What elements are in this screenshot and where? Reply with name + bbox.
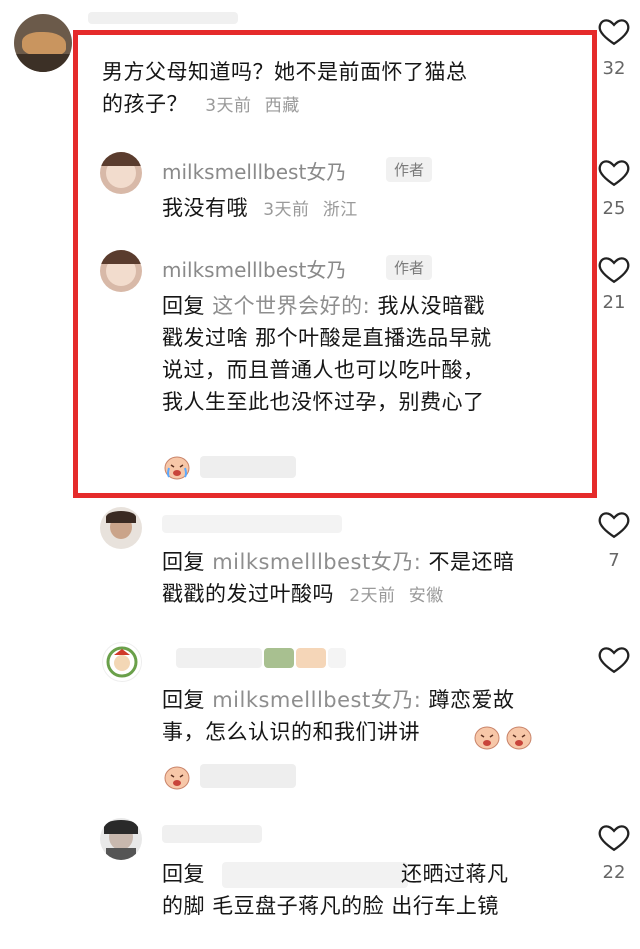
heart-outline-icon[interactable]	[596, 642, 632, 676]
reply-time: 2天前	[349, 586, 396, 606]
author-avatar[interactable]	[100, 250, 142, 292]
commenter-avatar[interactable]	[14, 14, 72, 72]
like-count: 21	[602, 292, 626, 313]
username-blur	[328, 648, 346, 668]
reply-avatar[interactable]	[100, 818, 142, 860]
comment-text: 男方父母知道吗？她不是前面怀了猫总 的孩子？ 3天前 西藏	[102, 60, 468, 116]
like-count: 7	[608, 550, 620, 571]
like-count: 32	[602, 58, 626, 79]
crying-laugh-emoji	[164, 766, 190, 790]
reply-avatar[interactable]	[102, 642, 142, 682]
heart-outline-icon[interactable]	[596, 507, 632, 541]
crying-laugh-emoji	[164, 456, 190, 480]
reply-author-name[interactable]: milksmelllbest女乃	[162, 254, 346, 283]
reply-to-name[interactable]: milksmelllbest女乃:	[212, 550, 421, 574]
like-count: 25	[602, 198, 626, 219]
reply-author-name[interactable]: milksmelllbest女乃	[162, 156, 346, 185]
heart-outline-icon[interactable]	[596, 820, 632, 854]
blurred-content	[200, 764, 296, 788]
username-blur	[264, 648, 294, 668]
author-tag: 作者	[386, 157, 433, 182]
reply-text: 回复 这个世界会好的: 我从没暗戳 戳发过啥 那个叶酸是直播选品早就 说过，而且…	[162, 294, 492, 414]
reply-to-name[interactable]: milksmelllbest女乃:	[212, 688, 421, 712]
username-blur	[162, 825, 262, 843]
username-blur	[88, 12, 238, 24]
reply-text: 我没有哦 3天前 浙江	[162, 196, 358, 220]
username-blur	[296, 648, 326, 668]
author-avatar[interactable]	[100, 152, 142, 194]
author-tag: 作者	[386, 255, 433, 280]
reply-avatar[interactable]	[100, 507, 142, 549]
comment-time: 3天前	[205, 96, 252, 116]
crying-laugh-emoji	[506, 726, 532, 750]
reply-text: 回复 还晒过蒋凡 的脚 毛豆盘子蒋凡的脸 出行车上镜	[162, 862, 509, 918]
heart-outline-icon[interactable]	[596, 155, 632, 189]
username-blur	[162, 515, 342, 533]
reply-text: 回复 milksmelllbest女乃: 不是还暗 戳戳的发过叶酸吗 2天前 安…	[162, 550, 515, 606]
crying-laugh-emoji	[474, 726, 500, 750]
comment-location: 西藏	[264, 96, 300, 116]
reply-location: 安徽	[408, 586, 444, 606]
heart-outline-icon[interactable]	[596, 14, 632, 48]
reply-time: 3天前	[263, 200, 310, 220]
like-count: 22	[602, 862, 626, 883]
reply-location: 浙江	[322, 200, 358, 220]
heart-outline-icon[interactable]	[596, 252, 632, 286]
reply-to-name[interactable]: 这个世界会好的:	[212, 294, 370, 318]
username-blur	[176, 648, 262, 668]
blurred-content	[200, 456, 296, 478]
